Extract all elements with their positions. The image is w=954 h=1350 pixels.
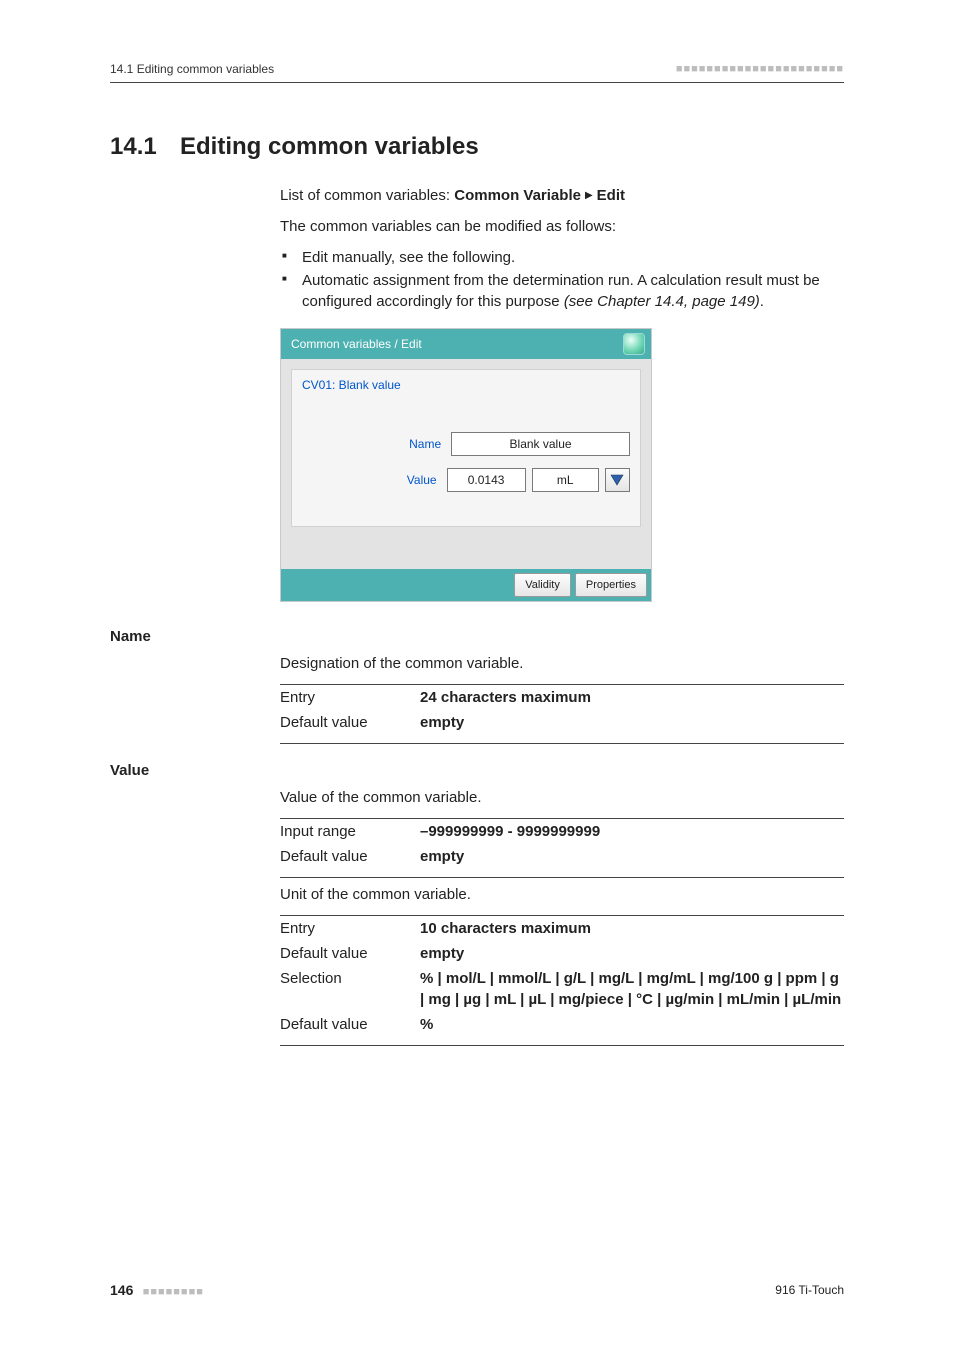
- param-heading-name: Name: [110, 628, 844, 645]
- footer-left: 146 ■■■■■■■■: [110, 1282, 204, 1298]
- properties-button[interactable]: Properties: [575, 573, 647, 597]
- def-value: –999999999 - 9999999999: [420, 823, 600, 840]
- def-value: empty: [420, 848, 464, 865]
- def-key: Entry: [280, 685, 420, 710]
- param-desc: Value of the common variable.: [280, 787, 844, 808]
- table-row: Entry 10 characters maximum: [280, 916, 844, 941]
- running-title: 14.1 Editing common variables: [110, 62, 274, 76]
- breadcrumb-part1: Common Variable: [454, 187, 581, 204]
- def-value: 10 characters maximum: [420, 920, 591, 937]
- table-row: Selection % | mol/L | mmol/L | g/L | mg/…: [280, 966, 844, 1012]
- table-row: Input range –999999999 - 9999999999: [280, 819, 844, 844]
- unit-input[interactable]: mL: [532, 468, 599, 492]
- bullet-item: Edit manually, see the following.: [302, 247, 844, 268]
- screenshot-titlebar: Common variables / Edit: [281, 329, 651, 359]
- def-value: %: [420, 1016, 433, 1033]
- def-key: Default value: [280, 844, 420, 869]
- def-value: empty: [420, 945, 464, 962]
- screenshot-footer: Validity Properties: [281, 569, 651, 601]
- param-desc: Designation of the common variable.: [280, 653, 844, 674]
- header-rule: [110, 82, 844, 83]
- field-label-value: Value: [302, 473, 447, 487]
- name-input[interactable]: Blank value: [451, 432, 630, 456]
- value-input[interactable]: 0.0143: [447, 468, 526, 492]
- def-key: Default value: [280, 941, 420, 966]
- def-key: Default value: [280, 1012, 420, 1037]
- back-button[interactable]: [623, 333, 645, 355]
- def-rule: [280, 743, 844, 744]
- def-key: Default value: [280, 710, 420, 735]
- table-row: Entry 24 characters maximum: [280, 685, 844, 710]
- def-table: Entry 24 characters maximum Default valu…: [280, 685, 844, 735]
- param-desc: Unit of the common variable.: [280, 884, 844, 905]
- table-row: Default value empty: [280, 710, 844, 735]
- def-rule: [280, 1045, 844, 1046]
- cv-identifier: CV01: Blank value: [302, 378, 630, 392]
- validity-button[interactable]: Validity: [514, 573, 571, 597]
- breadcrumb-separator-icon: ▶: [581, 190, 597, 201]
- footer-product: 916 Ti-Touch: [775, 1283, 844, 1297]
- section-title: Editing common variables: [180, 133, 479, 160]
- table-row: Default value %: [280, 1012, 844, 1037]
- field-label-name: Name: [302, 437, 451, 451]
- bullet-item: Automatic assignment from the determinat…: [302, 270, 844, 312]
- embedded-screenshot: Common variables / Edit CV01: Blank valu…: [280, 328, 652, 602]
- breadcrumb-part2: Edit: [597, 187, 625, 204]
- def-key: Entry: [280, 916, 420, 941]
- intro-sentence: The common variables can be modified as …: [280, 216, 844, 237]
- breadcrumb: List of common variables: Common Variabl…: [280, 185, 844, 206]
- section-number: 14.1: [110, 133, 180, 161]
- footer-dashes: ■■■■■■■■: [143, 1286, 204, 1298]
- param-heading-value: Value: [110, 762, 844, 779]
- def-value: empty: [420, 714, 464, 731]
- breadcrumb-prefix: List of common variables:: [280, 187, 454, 204]
- screenshot-title: Common variables / Edit: [291, 337, 422, 351]
- def-value: % | mol/L | mmol/L | g/L | mg/L | mg/mL …: [420, 970, 841, 1008]
- def-key: Input range: [280, 819, 420, 844]
- cross-reference: (see Chapter 14.4, page 149): [564, 293, 760, 310]
- def-table: Entry 10 characters maximum Default valu…: [280, 916, 844, 1037]
- unit-dropdown-button[interactable]: [605, 468, 630, 492]
- table-row: Default value empty: [280, 941, 844, 966]
- table-row: Default value empty: [280, 844, 844, 869]
- page-number: 146: [110, 1282, 133, 1298]
- def-table: Input range –999999999 - 9999999999 Defa…: [280, 819, 844, 869]
- chevron-down-icon: [610, 474, 624, 486]
- section-heading: 14.1Editing common variables: [110, 133, 844, 161]
- def-key: Selection: [280, 966, 420, 1012]
- header-dashes: ■■■■■■■■■■■■■■■■■■■■■■: [676, 63, 844, 75]
- def-value: 24 characters maximum: [420, 689, 591, 706]
- def-rule: [280, 877, 844, 878]
